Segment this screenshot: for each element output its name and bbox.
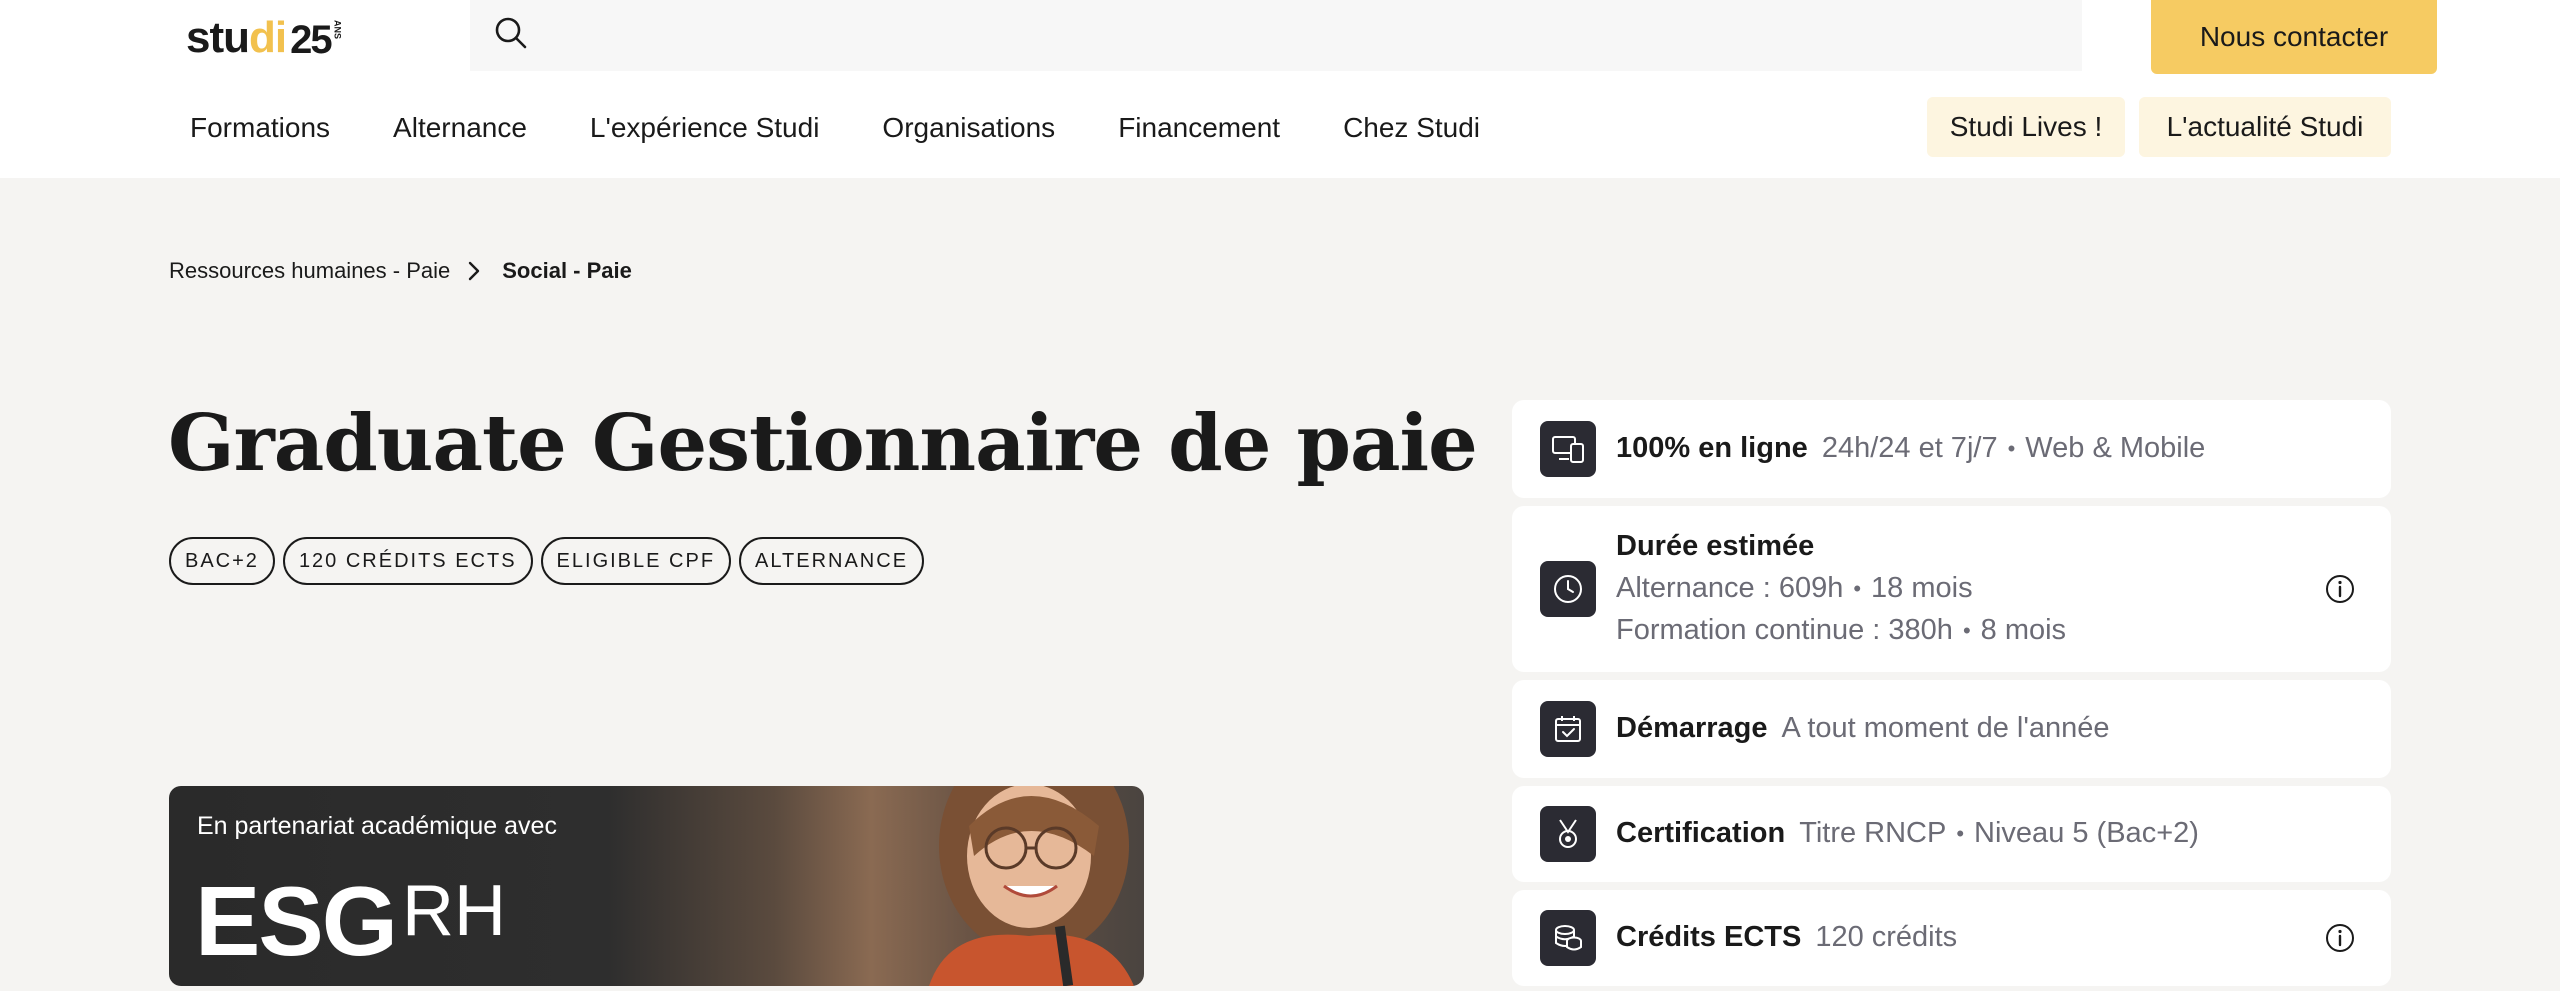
breadcrumb: Ressources humaines - Paie Social - Paie [169, 258, 632, 284]
info-line-online: 100% en ligne 24h/24 et 7j/7 • Web & Mob… [1616, 432, 2205, 465]
clock-icon [1540, 561, 1596, 617]
search-input[interactable] [548, 20, 2048, 51]
logo-esg: ESG [195, 866, 398, 976]
nav-item-experience[interactable]: L'expérience Studi [590, 112, 820, 144]
nav-item-financement[interactable]: Financement [1118, 112, 1280, 144]
info-start-value: A tout moment de l'année [1781, 712, 2110, 744]
info-separator: • [1956, 820, 1965, 846]
info-cert-type: Titre RNCP [1799, 817, 1947, 849]
studi-logo[interactable]: studi 25 ANS [186, 12, 343, 62]
search-icon[interactable] [494, 16, 528, 55]
info-ects-value: 120 crédits [1815, 921, 1958, 953]
info-duration-continue-months: 8 mois [1980, 614, 2067, 646]
breadcrumb-current: Social - Paie [502, 258, 632, 283]
course-tags: BAC+2 120 CRÉDITS ECTS ELIGIBLE CPF ALTE… [169, 537, 932, 585]
logo-text: stu [186, 13, 250, 62]
nav-item-organisations[interactable]: Organisations [882, 112, 1055, 144]
info-separator: • [2007, 435, 2016, 461]
info-circle-icon[interactable] [2323, 572, 2357, 606]
partner-caption: En partenariat académique avec [197, 812, 557, 840]
info-card-online: 100% en ligne 24h/24 et 7j/7 • Web & Mob… [1512, 400, 2391, 498]
info-line-certification: Certification Titre RNCP • Niveau 5 (Bac… [1616, 817, 2199, 850]
info-online-platform: Web & Mobile [2025, 432, 2206, 464]
info-online-hours: 24h/24 et 7j/7 [1821, 432, 1998, 464]
info-start-title: Démarrage [1616, 712, 1768, 744]
page-title: Graduate Gestionnaire de paie [168, 398, 1478, 489]
info-duration-continue-hours: Formation continue : 380h [1616, 614, 1953, 646]
info-line-duration-continue: Formation continue : 380h • 8 mois [1616, 614, 2066, 647]
info-online-title: 100% en ligne [1616, 432, 1808, 464]
info-circle-icon[interactable] [2323, 921, 2357, 955]
logo-text-accent: di [249, 13, 287, 62]
info-line-duration-alternance: Alternance : 609h • 18 mois [1616, 572, 1973, 605]
contact-button[interactable]: Nous contacter [2151, 0, 2437, 74]
breadcrumb-parent[interactable]: Ressources humaines - Paie [169, 258, 450, 284]
coins-icon [1540, 910, 1596, 966]
site-header: studi 25 ANS Nous contacter Formations A… [0, 0, 2560, 178]
tag-cpf: ELIGIBLE CPF [540, 537, 732, 585]
info-duration-alternance-months: 18 mois [1871, 572, 1973, 604]
medal-icon [1540, 806, 1596, 862]
student-photo [929, 786, 1134, 986]
devices-icon [1540, 421, 1596, 477]
studi-lives-link[interactable]: Studi Lives ! [1927, 97, 2125, 157]
info-ects-title: Crédits ECTS [1616, 921, 1802, 953]
nav-item-alternance[interactable]: Alternance [393, 112, 527, 144]
info-line-duration-title: Durée estimée [1616, 530, 1828, 563]
info-cert-title: Certification [1616, 817, 1786, 849]
esg-rh-logo: ESG RH [195, 866, 506, 976]
logo-rh: RH [401, 871, 506, 951]
chevron-right-icon [468, 261, 480, 281]
info-duration-alternance-hours: Alternance : 609h [1616, 572, 1844, 604]
info-card-certification: Certification Titre RNCP • Niveau 5 (Bac… [1512, 786, 2391, 882]
info-duration-title: Durée estimée [1616, 530, 1815, 562]
nav-item-chez-studi[interactable]: Chez Studi [1343, 112, 1480, 144]
actualite-link[interactable]: L'actualité Studi [2139, 97, 2391, 157]
info-line-start: Démarrage A tout moment de l'année [1616, 712, 2110, 745]
main-nav: Formations Alternance L'expérience Studi… [190, 108, 1543, 148]
search-bar[interactable] [470, 0, 2082, 71]
info-line-ects: Crédits ECTS 120 crédits [1616, 921, 1957, 954]
info-card-duration: Durée estimée Alternance : 609h • 18 moi… [1512, 506, 2391, 672]
nav-item-formations[interactable]: Formations [190, 112, 330, 144]
logo-ans: ANS [332, 20, 343, 40]
tag-alternance: ALTERNANCE [739, 537, 925, 585]
info-separator: • [1962, 617, 1971, 643]
calendar-check-icon [1540, 701, 1596, 757]
info-card-start: Démarrage A tout moment de l'année [1512, 680, 2391, 778]
info-cert-level: Niveau 5 (Bac+2) [1974, 817, 2199, 849]
tag-level: BAC+2 [169, 537, 275, 585]
info-card-ects: Crédits ECTS 120 crédits [1512, 890, 2391, 986]
partner-card: En partenariat académique avec ESG RH [169, 786, 1144, 986]
logo-wordmark: studi [186, 13, 287, 62]
info-separator: • [1853, 575, 1862, 601]
logo-anniversary: 25 ANS [290, 20, 343, 60]
logo-number: 25 [290, 18, 332, 62]
tag-credits: 120 CRÉDITS ECTS [282, 537, 533, 585]
